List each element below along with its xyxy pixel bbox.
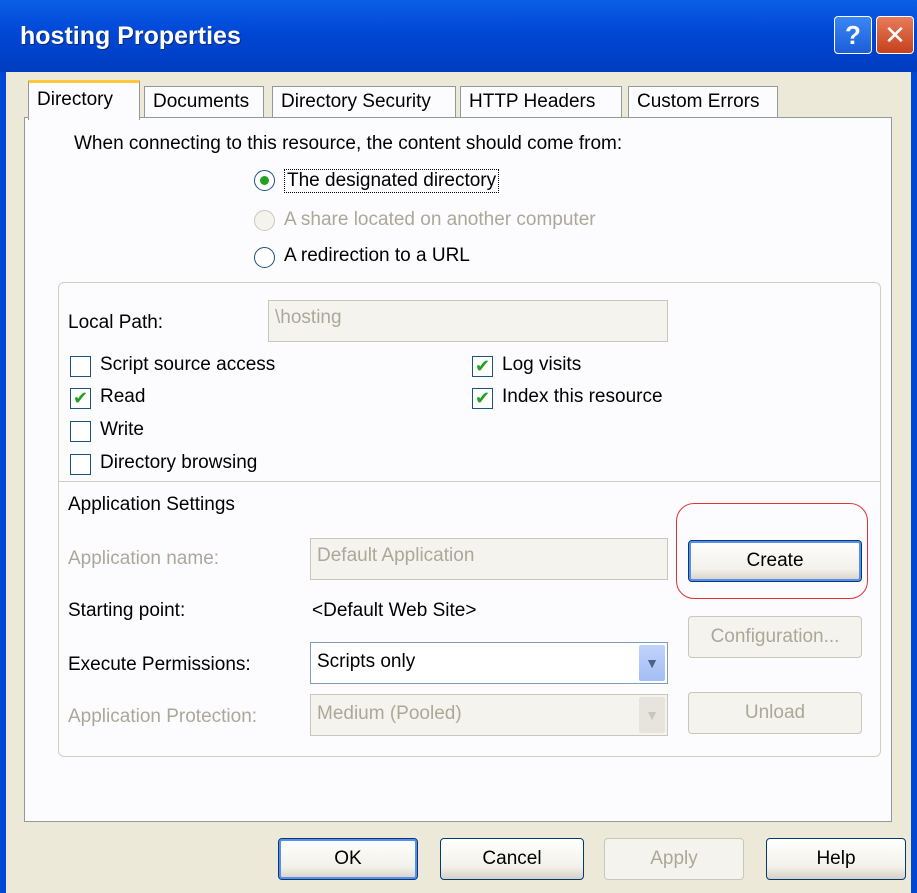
application-protection-value: Medium (Pooled) [317,703,462,724]
checkbox-script-source-access[interactable] [70,356,91,377]
application-settings-heading: Application Settings [68,494,235,515]
execute-permissions-select[interactable]: Scripts only ▼ [310,642,668,684]
window-frame-left [0,72,6,893]
properties-dialog: hosting Properties ? ✕ Directory Documen… [0,0,917,893]
checkbox-log-visits[interactable]: ✔ [472,356,493,377]
label-log-visits[interactable]: Log visits [502,354,581,376]
close-icon[interactable]: ✕ [876,16,914,54]
chevron-down-icon-disabled: ▼ [639,697,665,733]
configuration-button: Configuration... [688,616,862,658]
radio-label-share-other-computer: A share located on another computer [284,209,596,230]
label-read[interactable]: Read [100,386,145,408]
radio-redirection-url[interactable] [254,247,275,268]
chevron-down-icon[interactable]: ▼ [639,645,665,681]
window-frame-right [911,72,917,893]
unload-button: Unload [688,692,862,734]
tab-custom-errors[interactable]: Custom Errors [628,86,778,118]
execute-permissions-value: Scripts only [317,651,416,672]
checkbox-write[interactable] [70,421,91,442]
title-bar[interactable]: hosting Properties ? ✕ [0,0,917,72]
checkbox-read[interactable]: ✔ [70,388,91,409]
create-button[interactable]: Create [688,540,862,582]
label-script-source-access[interactable]: Script source access [100,354,275,376]
help-title-button[interactable]: ? [834,16,872,54]
radio-label-designated-directory[interactable]: The designated directory [284,169,500,193]
tab-documents[interactable]: Documents [144,86,264,118]
radio-designated-directory[interactable] [254,170,275,191]
apply-button: Apply [604,838,744,880]
content-source-prompt: When connecting to this resource, the co… [74,133,623,154]
radio-share-other-computer [254,210,275,231]
section-divider [59,481,880,482]
label-index-resource[interactable]: Index this resource [502,386,663,408]
starting-point-label: Starting point: [68,600,186,621]
help-button[interactable]: Help [766,838,906,880]
ok-button[interactable]: OK [278,838,418,880]
radio-label-redirection-url[interactable]: A redirection to a URL [284,245,470,267]
cancel-button[interactable]: Cancel [440,838,584,880]
window-title: hosting Properties [20,22,241,50]
checkbox-index-resource[interactable]: ✔ [472,388,493,409]
local-path-field: \hosting [268,300,668,342]
application-protection-label: Application Protection: [68,706,258,727]
tab-directory[interactable]: Directory [28,80,140,120]
tab-http-headers[interactable]: HTTP Headers [460,86,622,118]
starting-point-value: <Default Web Site> [312,600,477,621]
application-protection-select: Medium (Pooled) ▼ [310,694,668,736]
local-path-label: Local Path: [68,312,164,333]
label-directory-browsing[interactable]: Directory browsing [100,452,257,474]
application-name-label: Application name: [68,548,220,569]
tab-directory-security[interactable]: Directory Security [272,86,456,118]
checkbox-directory-browsing[interactable] [70,454,91,475]
execute-permissions-label: Execute Permissions: [68,654,251,675]
application-name-field: Default Application [310,538,668,580]
label-write[interactable]: Write [100,419,144,441]
